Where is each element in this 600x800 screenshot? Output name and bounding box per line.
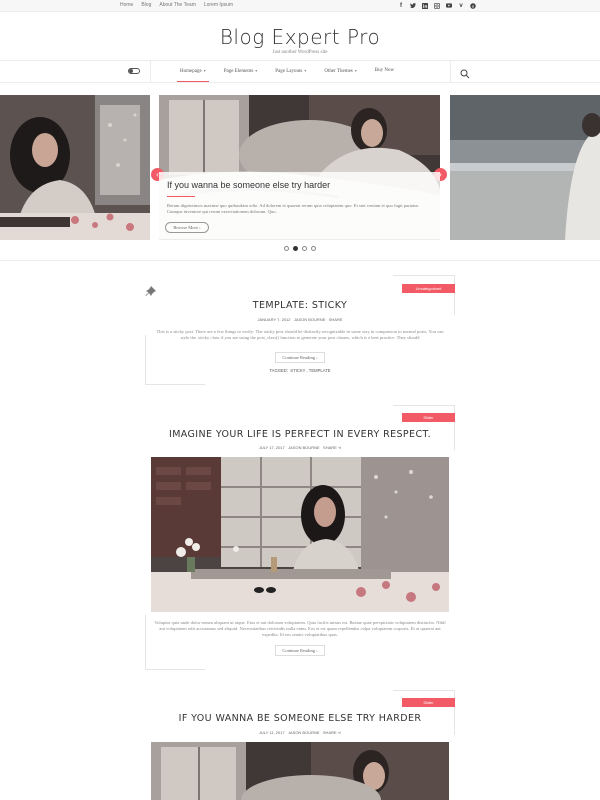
- site-tagline: Just another WordPress site: [272, 50, 328, 55]
- share-button[interactable]: SHARE: [323, 445, 337, 450]
- skype-icon[interactable]: s: [470, 2, 476, 9]
- post-card: Uncategorized TEMPLATE: STICKY JANUARY 7…: [145, 275, 455, 385]
- post-card: Slider IF YOU WANNA BE SOMEONE ELSE TRY …: [145, 690, 455, 800]
- linkedin-icon[interactable]: [422, 2, 428, 9]
- nav-item-homepage[interactable]: Homepage ▾: [177, 68, 209, 82]
- nav-divider: [150, 61, 151, 82]
- main-navbar: Homepage ▾ Page Elements ▾ Page Layouts ▾ O…: [0, 60, 600, 83]
- nav-item-other-themes[interactable]: Other Themes ▾: [324, 68, 356, 74]
- nav-item-label: Other Themes: [324, 69, 353, 74]
- continue-reading-button[interactable]: Continue Reading ›: [275, 645, 325, 656]
- share-icon[interactable]: ⋖: [338, 445, 341, 450]
- chevron-down-icon: ▾: [354, 68, 357, 73]
- category-badge[interactable]: Slider: [402, 698, 455, 707]
- instagram-icon[interactable]: [434, 2, 440, 9]
- youtube-icon[interactable]: [446, 2, 452, 9]
- share-button[interactable]: SHARE: [323, 730, 337, 735]
- nav-divider: [450, 61, 451, 82]
- browse-more-button[interactable]: Browse More ›: [165, 222, 209, 233]
- nav-item-page-elements[interactable]: Page Elements ▾: [224, 68, 258, 74]
- nav-item-label: Buy Now: [374, 68, 395, 73]
- search-button[interactable]: [460, 66, 470, 79]
- category-badge[interactable]: Slider: [402, 413, 455, 422]
- top-link-blog[interactable]: Blog: [141, 2, 151, 8]
- post-tags: TAGGED: STICKY , TEMPLATE: [145, 368, 455, 373]
- dark-mode-toggle[interactable]: [128, 68, 140, 74]
- nav-item-buy-now[interactable]: Buy Now: [375, 68, 394, 74]
- category-badge[interactable]: Uncategorized: [402, 284, 455, 293]
- post-card: Slider IMAGINE YOUR LIFE IS PERFECT IN E…: [145, 405, 455, 670]
- button-label: Continue Reading: [282, 648, 315, 653]
- twitter-icon[interactable]: [410, 2, 416, 9]
- title-underline: [167, 196, 195, 197]
- post-author[interactable]: JASON BOURNE: [288, 445, 320, 450]
- post-title[interactable]: IF YOU WANNA BE SOMEONE ELSE TRY HARDER: [145, 713, 455, 724]
- slide-caption: If you wanna be someone else try harder …: [159, 172, 440, 239]
- section-divider: [0, 260, 600, 261]
- top-bar: Home Blog About The Team Lorem Ipsum f v…: [0, 0, 600, 12]
- slide-title[interactable]: If you wanna be someone else try harder: [167, 180, 330, 190]
- nav-item-page-layouts[interactable]: Page Layouts ▾: [275, 68, 306, 74]
- nav-item-label: Page Layouts: [275, 69, 303, 74]
- tag-links[interactable]: STICKY , TEMPLATE: [290, 368, 330, 373]
- pushpin-icon: [145, 286, 156, 296]
- post-featured-image[interactable]: [151, 457, 449, 612]
- share-button[interactable]: SHARE: [329, 317, 343, 322]
- top-links: Home Blog About The Team Lorem Ipsum: [120, 2, 233, 8]
- continue-reading-button[interactable]: Continue Reading ›: [275, 352, 325, 363]
- button-label: Continue Reading: [282, 355, 315, 360]
- slide-excerpt: Rerum dignissimos maxime quo quibusdam o…: [167, 203, 419, 214]
- post-excerpt: Voluptas quia unde dolor earum aliquam u…: [154, 620, 446, 637]
- post-author[interactable]: JASON BOURNE: [294, 317, 326, 322]
- vimeo-icon[interactable]: v: [458, 2, 464, 9]
- chevron-down-icon: ▾: [255, 68, 258, 73]
- post-author[interactable]: JASON BOURNE: [288, 730, 320, 735]
- slider-dot[interactable]: [284, 246, 289, 251]
- top-link-lorem[interactable]: Lorem Ipsum: [204, 2, 233, 8]
- chevron-down-icon: ▾: [203, 68, 206, 73]
- facebook-icon[interactable]: f: [398, 2, 404, 9]
- post-date[interactable]: JANUARY 7, 2012: [257, 317, 290, 322]
- post-featured-image[interactable]: [151, 742, 449, 800]
- site-title[interactable]: Blog Expert Pro: [0, 25, 600, 49]
- search-icon: [460, 69, 470, 79]
- top-link-about[interactable]: About The Team: [159, 2, 196, 8]
- chevron-down-icon: ▾: [304, 68, 307, 73]
- nav-menu: Homepage ▾ Page Elements ▾ Page Layouts ▾ O…: [177, 68, 412, 82]
- post-excerpt: This is a sticky post. There are a few t…: [156, 329, 444, 340]
- slider-pagination: [284, 246, 316, 251]
- slide-image-left[interactable]: [0, 95, 150, 240]
- top-link-home[interactable]: Home: [120, 2, 133, 8]
- slider-dot[interactable]: [311, 246, 316, 251]
- post-title[interactable]: IMAGINE YOUR LIFE IS PERFECT IN EVERY RE…: [145, 429, 455, 440]
- nav-item-label: Homepage: [180, 69, 202, 74]
- slide-image-right[interactable]: [450, 95, 600, 240]
- svg-text:s: s: [472, 4, 474, 8]
- social-links: f v s: [398, 2, 476, 9]
- post-meta: JANUARY 7, 2012 JASON BOURNE SHARE: [145, 317, 455, 322]
- post-title[interactable]: TEMPLATE: STICKY: [145, 300, 455, 311]
- tags-label: TAGGED:: [269, 368, 288, 373]
- post-meta: JULY 17, 2017 JASON BOURNE SHARE ⋖: [145, 445, 455, 450]
- post-date[interactable]: JULY 17, 2017: [259, 445, 285, 450]
- button-label: Browse More: [173, 225, 198, 230]
- slider-dot[interactable]: [302, 246, 307, 251]
- share-icon[interactable]: ⋖: [338, 730, 341, 735]
- nav-item-label: Page Elements: [223, 69, 254, 74]
- post-date[interactable]: JULY 11, 2017: [259, 730, 285, 735]
- slider-dot-active[interactable]: [293, 246, 298, 251]
- post-meta: JULY 11, 2017 JASON BOURNE SHARE ⋖: [145, 730, 455, 735]
